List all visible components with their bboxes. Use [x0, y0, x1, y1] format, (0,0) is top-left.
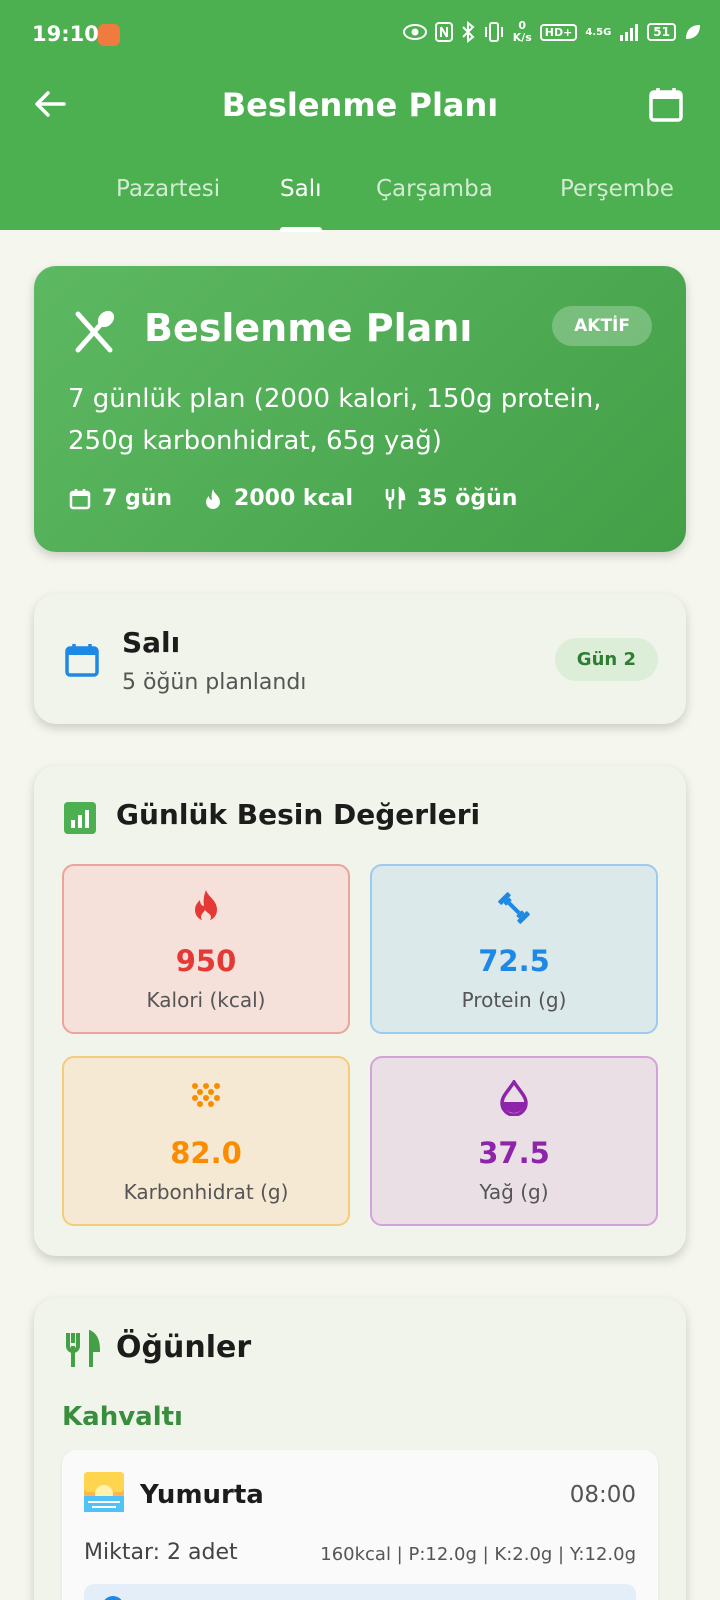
fork-knife-icon: [75, 310, 115, 353]
meals-title: Öğünler: [116, 1330, 252, 1365]
battery-indicator: 51: [647, 23, 676, 41]
fork-knife-icon: [385, 486, 406, 509]
leaf-icon: [686, 25, 700, 39]
tab-sali[interactable]: Salı: [280, 176, 321, 202]
tile-kalori: 950 Kalori (kcal): [62, 864, 350, 1034]
dumbbell-icon: [498, 892, 530, 924]
day-name: Salı: [122, 626, 181, 659]
day-badge: Gün 2: [554, 638, 658, 681]
tile-protein: 72.5 Protein (g): [370, 864, 658, 1034]
tile-karbonhidrat: 82.0 Karbonhidrat (g): [62, 1056, 350, 1226]
nutrition-title: Günlük Besin Değerleri: [116, 798, 481, 831]
meal-item[interactable]: Yumurta 08:00 Miktar: 2 adet 160kcal | P…: [62, 1450, 658, 1600]
day-card[interactable]: Salı 5 öğün planlandı Gün 2: [34, 594, 686, 724]
protein-label: Protein (g): [461, 988, 567, 1012]
fire-icon: [195, 890, 217, 922]
calendar-icon: [69, 488, 91, 509]
fork-knife-icon: [66, 1330, 101, 1367]
karbonhidrat-label: Karbonhidrat (g): [123, 1180, 289, 1204]
nfc-icon: [434, 22, 453, 42]
tab-carsamba[interactable]: Çarşamba: [376, 176, 493, 202]
net-speed: 0 K/s: [512, 19, 532, 44]
plan-title: Beslenme Planı: [144, 306, 473, 350]
kalori-label: Kalori (kcal): [146, 988, 266, 1012]
signal-icon: [620, 24, 639, 41]
protein-value: 72.5: [478, 944, 550, 978]
sunrise-icon: [84, 1472, 124, 1512]
plan-stat-meals: 35 öğün: [383, 486, 517, 511]
status-time: 19:10: [32, 22, 99, 46]
status-bar: 19:10 0 K/s HD+ 4.5G 51: [0, 0, 720, 70]
plan-stats: 7 gün 2000 kcal 35 öğün: [68, 486, 517, 511]
info-icon: [102, 1596, 124, 1600]
fire-icon: [206, 488, 221, 509]
yag-label: Yağ (g): [479, 1180, 549, 1204]
meal-quantity: Miktar: 2 adet: [84, 1540, 238, 1565]
status-icons: 0 K/s HD+ 4.5G 51: [402, 19, 702, 44]
meal-name: Yumurta: [140, 1480, 264, 1510]
bluetooth-icon: [461, 21, 475, 43]
meal-note: [84, 1584, 636, 1600]
karbonhidrat-value: 82.0: [170, 1136, 242, 1170]
tab-pazartesi[interactable]: Pazartesi: [116, 176, 220, 202]
day-tabs: Pazartesi Salı Çarşamba Perşembe: [0, 170, 720, 232]
app-bar: Beslenme Planı Pazartesi Salı Çarşamba P…: [0, 70, 720, 232]
page-title: Beslenme Planı: [221, 86, 499, 124]
meal-section-title: Kahvaltı: [62, 1402, 183, 1432]
kalori-value: 950: [175, 944, 237, 978]
calendar-icon[interactable]: [646, 84, 686, 124]
yag-value: 37.5: [478, 1136, 550, 1170]
plan-stat-days: 7 gün: [68, 486, 172, 511]
tab-indicator: [280, 227, 322, 232]
calendar-icon: [65, 644, 99, 677]
bar-chart-icon: [64, 802, 96, 834]
plan-card[interactable]: Beslenme Planı AKTİF 7 günlük plan (2000…: [34, 266, 686, 552]
eye-icon: [402, 24, 427, 40]
day-subtitle: 5 öğün planlandı: [122, 670, 307, 695]
meal-time: 08:00: [569, 1482, 636, 1508]
drop-icon: [500, 1080, 528, 1116]
notification-app-icon: [98, 24, 120, 46]
plan-stat-calories: 2000 kcal: [202, 486, 353, 511]
status-badge: AKTİF: [552, 306, 652, 346]
meal-macros: 160kcal | P:12.0g | K:2.0g | Y:12.0g: [320, 1544, 636, 1565]
network-type: 4.5G: [585, 26, 612, 38]
vibrate-icon: [484, 22, 503, 42]
plan-description: 7 günlük plan (2000 kalori, 150g protein…: [68, 384, 602, 456]
nutrition-card: Günlük Besin Değerleri 950 Kalori (kcal)…: [34, 766, 686, 1256]
meals-card: Öğünler Kahvaltı Yumurta 08:00 Miktar: 2…: [34, 1298, 686, 1600]
hd-badge: HD+: [539, 23, 578, 41]
tab-persembe[interactable]: Perşembe: [560, 176, 674, 202]
grain-icon: [192, 1083, 220, 1107]
tile-yag: 37.5 Yağ (g): [370, 1056, 658, 1226]
